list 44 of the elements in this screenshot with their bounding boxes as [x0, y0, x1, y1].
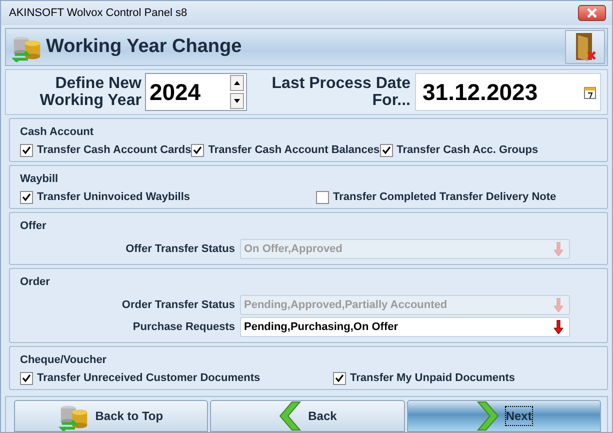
nav-button[interactable]: Back [210, 400, 405, 432]
field-label: Offer Transfer Status [126, 242, 235, 257]
checkmark-icon [335, 374, 344, 383]
checkmark-icon [22, 374, 31, 383]
close-icon [587, 8, 597, 18]
up-arrow-icon [234, 81, 240, 85]
right-chevron-icon [476, 401, 500, 431]
checkbox[interactable]: Transfer Uninvoiced Waybills [20, 190, 316, 205]
calendar-icon[interactable] [584, 86, 596, 98]
checkmark-icon [382, 146, 391, 155]
field-label: Purchase Requests [132, 320, 235, 335]
spin-up-button[interactable] [230, 75, 244, 91]
down-arrow-icon [554, 242, 563, 256]
checkmark-icon [22, 146, 31, 155]
checkbox[interactable]: Transfer Cash Acc. Groups [380, 143, 538, 158]
close-button[interactable] [578, 5, 606, 21]
checkbox[interactable]: Transfer Cash Account Balances [191, 143, 380, 158]
checkbox[interactable]: Transfer Unreceived Customer Documents [20, 371, 333, 386]
field-label: Order Transfer Status [122, 298, 235, 313]
year-field[interactable]: 2024 [145, 73, 248, 111]
checkbox[interactable]: Transfer Cash Account Cards [20, 143, 192, 158]
group-title: Cash Account [20, 126, 95, 139]
spin-down-button[interactable] [230, 93, 244, 109]
date-label: Last Process Date For... [270, 75, 410, 109]
dropdown-field[interactable]: Pending,Purchasing,On Offer [240, 317, 570, 337]
group-title: Waybill [20, 173, 60, 186]
group-title: Order [20, 276, 51, 289]
down-arrow-icon [234, 99, 240, 103]
exit-button[interactable] [565, 30, 605, 64]
date-field[interactable]: 31.12.2023 [414, 73, 601, 111]
nav-button[interactable]: Back to Top [14, 400, 208, 432]
checkbox[interactable]: Transfer Completed Transfer Delivery Note [316, 190, 601, 205]
checkmark-icon [22, 193, 31, 202]
left-chevron-icon [278, 401, 302, 431]
group-title: Offer [20, 220, 48, 233]
nav-button[interactable]: Next [406, 400, 601, 432]
down-arrow-icon [554, 320, 563, 334]
checkbox[interactable]: Transfer My Unpaid Documents [333, 371, 601, 386]
year-label: Define New Working Year [38, 75, 142, 109]
window-title: AKINSOFT Wolvox Control Panel s8 [9, 6, 188, 21]
checkmark-icon [193, 146, 202, 155]
group-title: Cheque/Voucher [20, 354, 108, 367]
down-arrow-icon [554, 298, 563, 312]
page-title: Working Year Change [46, 34, 242, 59]
